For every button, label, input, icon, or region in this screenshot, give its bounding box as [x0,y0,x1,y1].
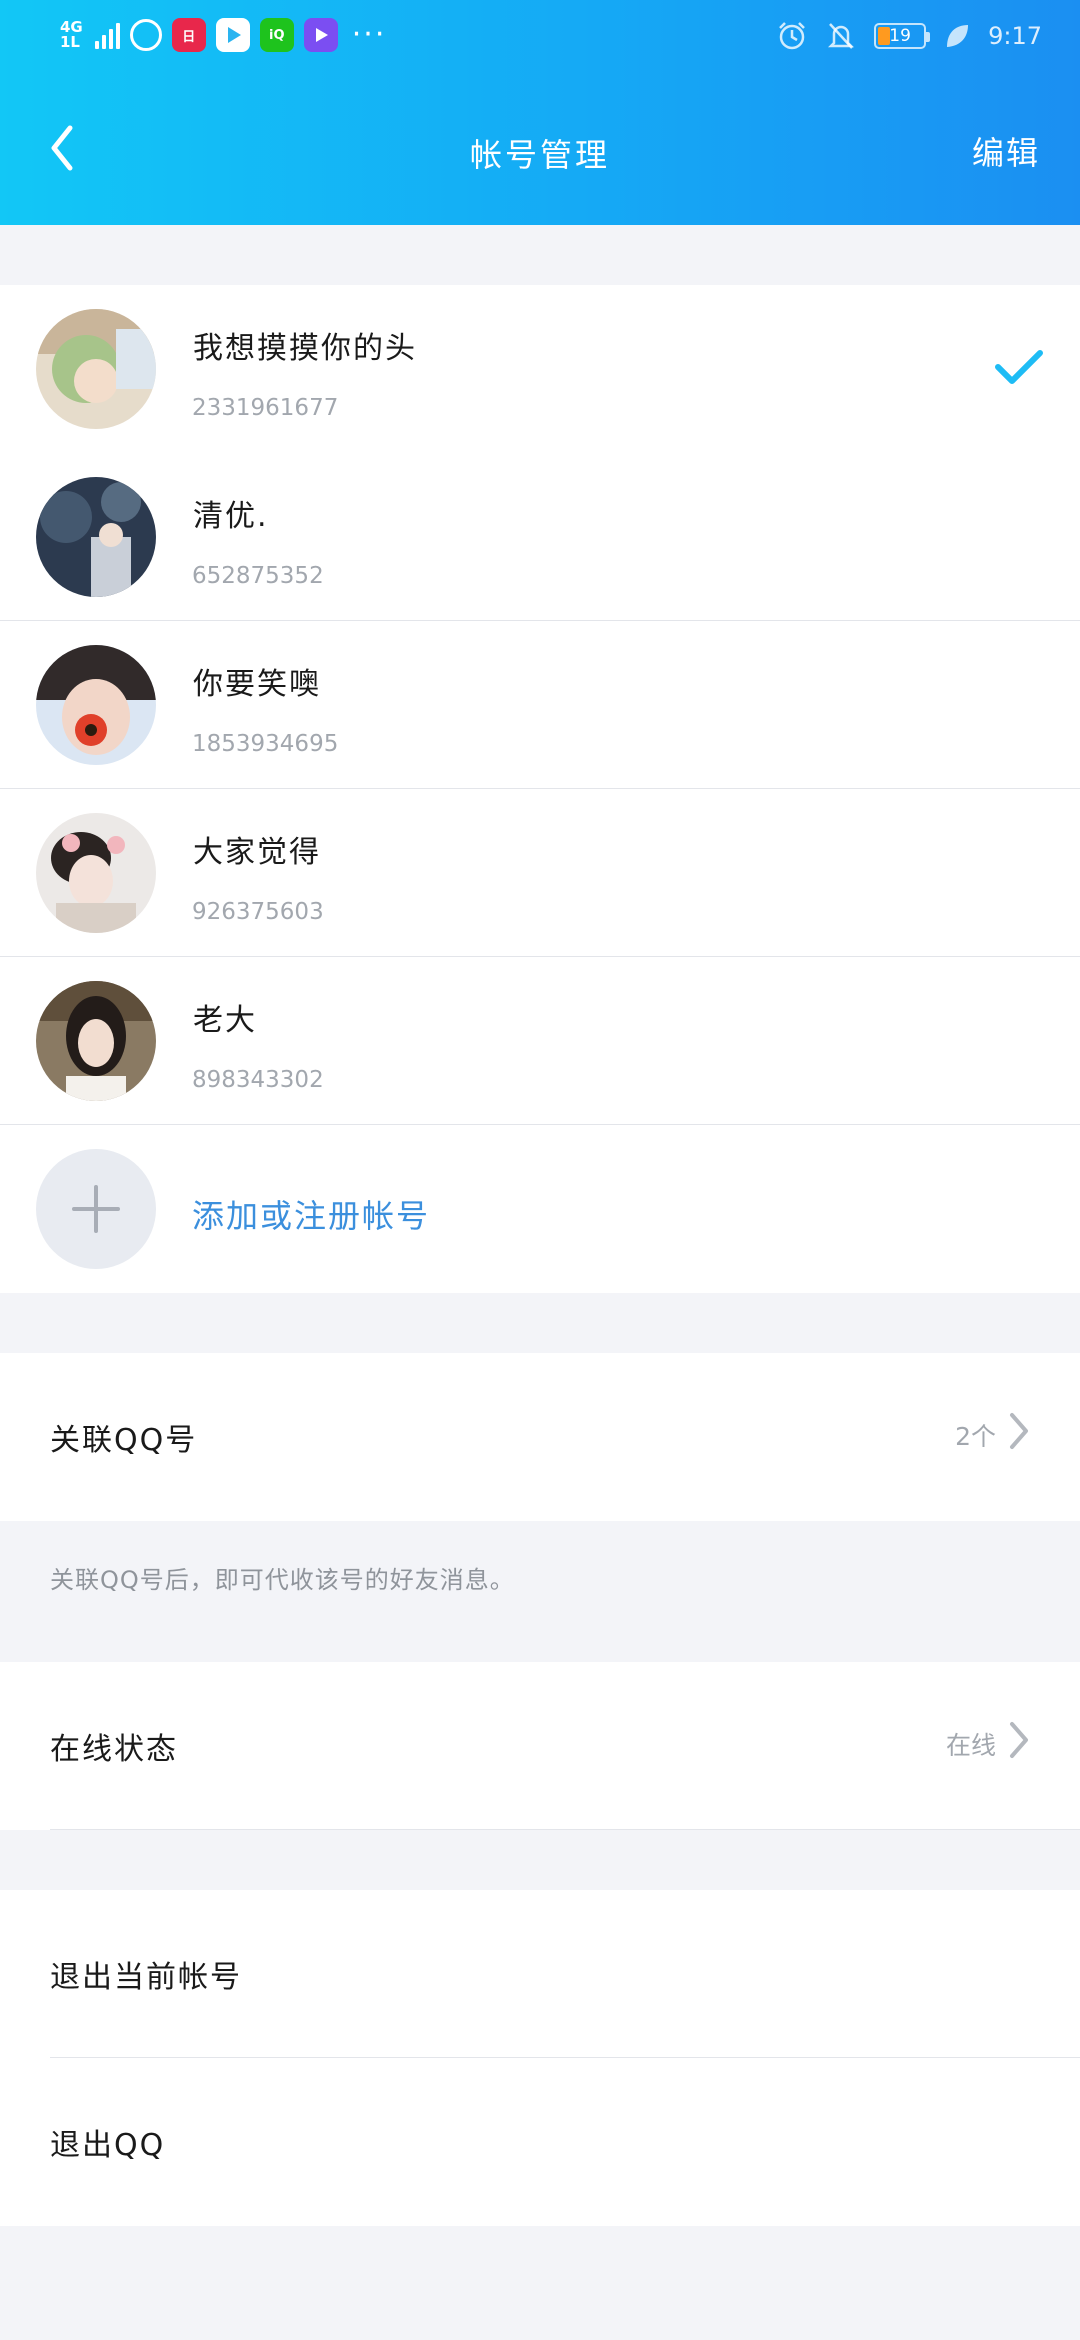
online-status-label: 在线状态 [50,1732,178,1767]
battery-icon: 19 [874,23,931,49]
add-account-button[interactable]: 添加或注册帐号 [0,1125,1080,1293]
plus-icon [72,1185,120,1233]
network-indicator: 4G 1L [60,20,83,50]
header-bar: 4G 1L 日 iQ ··· 19 9:17 帐号管理 编辑 [0,0,1080,225]
logout-current-button[interactable]: 退出当前帐号 [0,1890,1080,2058]
calendar-app-icon: 日 [171,18,206,52]
account-name: 你要笑噢 [193,667,321,702]
account-qq-number: 926375603 [192,899,324,925]
signal-icon [94,21,120,49]
linked-qq-row[interactable]: 关联QQ号 2个 [0,1353,1080,1521]
avatar [36,477,156,597]
account-qq-number: 1853934695 [192,731,339,757]
account-item[interactable]: 清优. 652875352 [0,453,1080,621]
alarm-icon [779,22,805,50]
account-list: 我想摸摸你的头 2331961677 清优. 652875352 你要笑噢 18… [0,285,1080,1293]
status-bar: 4G 1L 日 iQ ··· 19 9:17 [0,0,1080,78]
account-name: 我想摸摸你的头 [193,331,417,366]
account-item[interactable]: 你要笑噢 1853934695 [0,621,1080,789]
account-name: 老大 [193,1003,257,1038]
avatar [36,813,156,933]
linked-qq-label: 关联QQ号 [50,1423,198,1458]
battery-level: 19 [889,26,911,46]
avatar [36,981,156,1101]
account-item[interactable]: 大家觉得 926375603 [0,789,1080,957]
more-notifications-icon: ··· [351,17,387,52]
account-name: 清优. [193,499,269,534]
account-item[interactable]: 我想摸摸你的头 2331961677 [0,285,1080,453]
netease-music-icon [129,19,162,51]
avatar [36,309,156,429]
chevron-right-icon [1010,1413,1028,1449]
page-title: 帐号管理 [469,136,610,174]
account-item[interactable]: 老大 898343302 [0,957,1080,1125]
avatar [36,645,156,765]
online-status-value: 在线 [945,1731,996,1760]
divider [50,1829,1080,1830]
add-account-label: 添加或注册帐号 [192,1197,431,1235]
linked-qq-count: 2个 [955,1422,996,1451]
linked-qq-note: 关联QQ号后，即可代收该号的好友消息。 [50,1566,515,1594]
checkmark-icon [995,350,1043,384]
account-qq-number: 2331961677 [192,395,339,421]
chevron-right-icon [1010,1722,1028,1758]
logout-qq-button[interactable]: 退出QQ [0,2058,1080,2226]
logout-current-label: 退出当前帐号 [50,1960,242,1995]
account-qq-number: 898343302 [192,1067,324,1093]
network-sub: 1L [60,33,80,51]
iqiyi-icon: iQ [259,18,294,52]
online-status-row[interactable]: 在线状态 在线 [0,1662,1080,1830]
account-name: 大家觉得 [193,835,321,870]
media-app-icon [303,18,338,52]
mute-bell-icon [828,23,855,49]
edit-button[interactable]: 编辑 [972,128,1040,174]
logout-qq-label: 退出QQ [50,2128,166,2163]
video-player-icon [215,18,250,52]
clock-time: 9:17 [988,22,1042,50]
leaf-icon [947,25,969,47]
add-account-avatar [36,1149,156,1269]
account-qq-number: 652875352 [192,563,324,589]
